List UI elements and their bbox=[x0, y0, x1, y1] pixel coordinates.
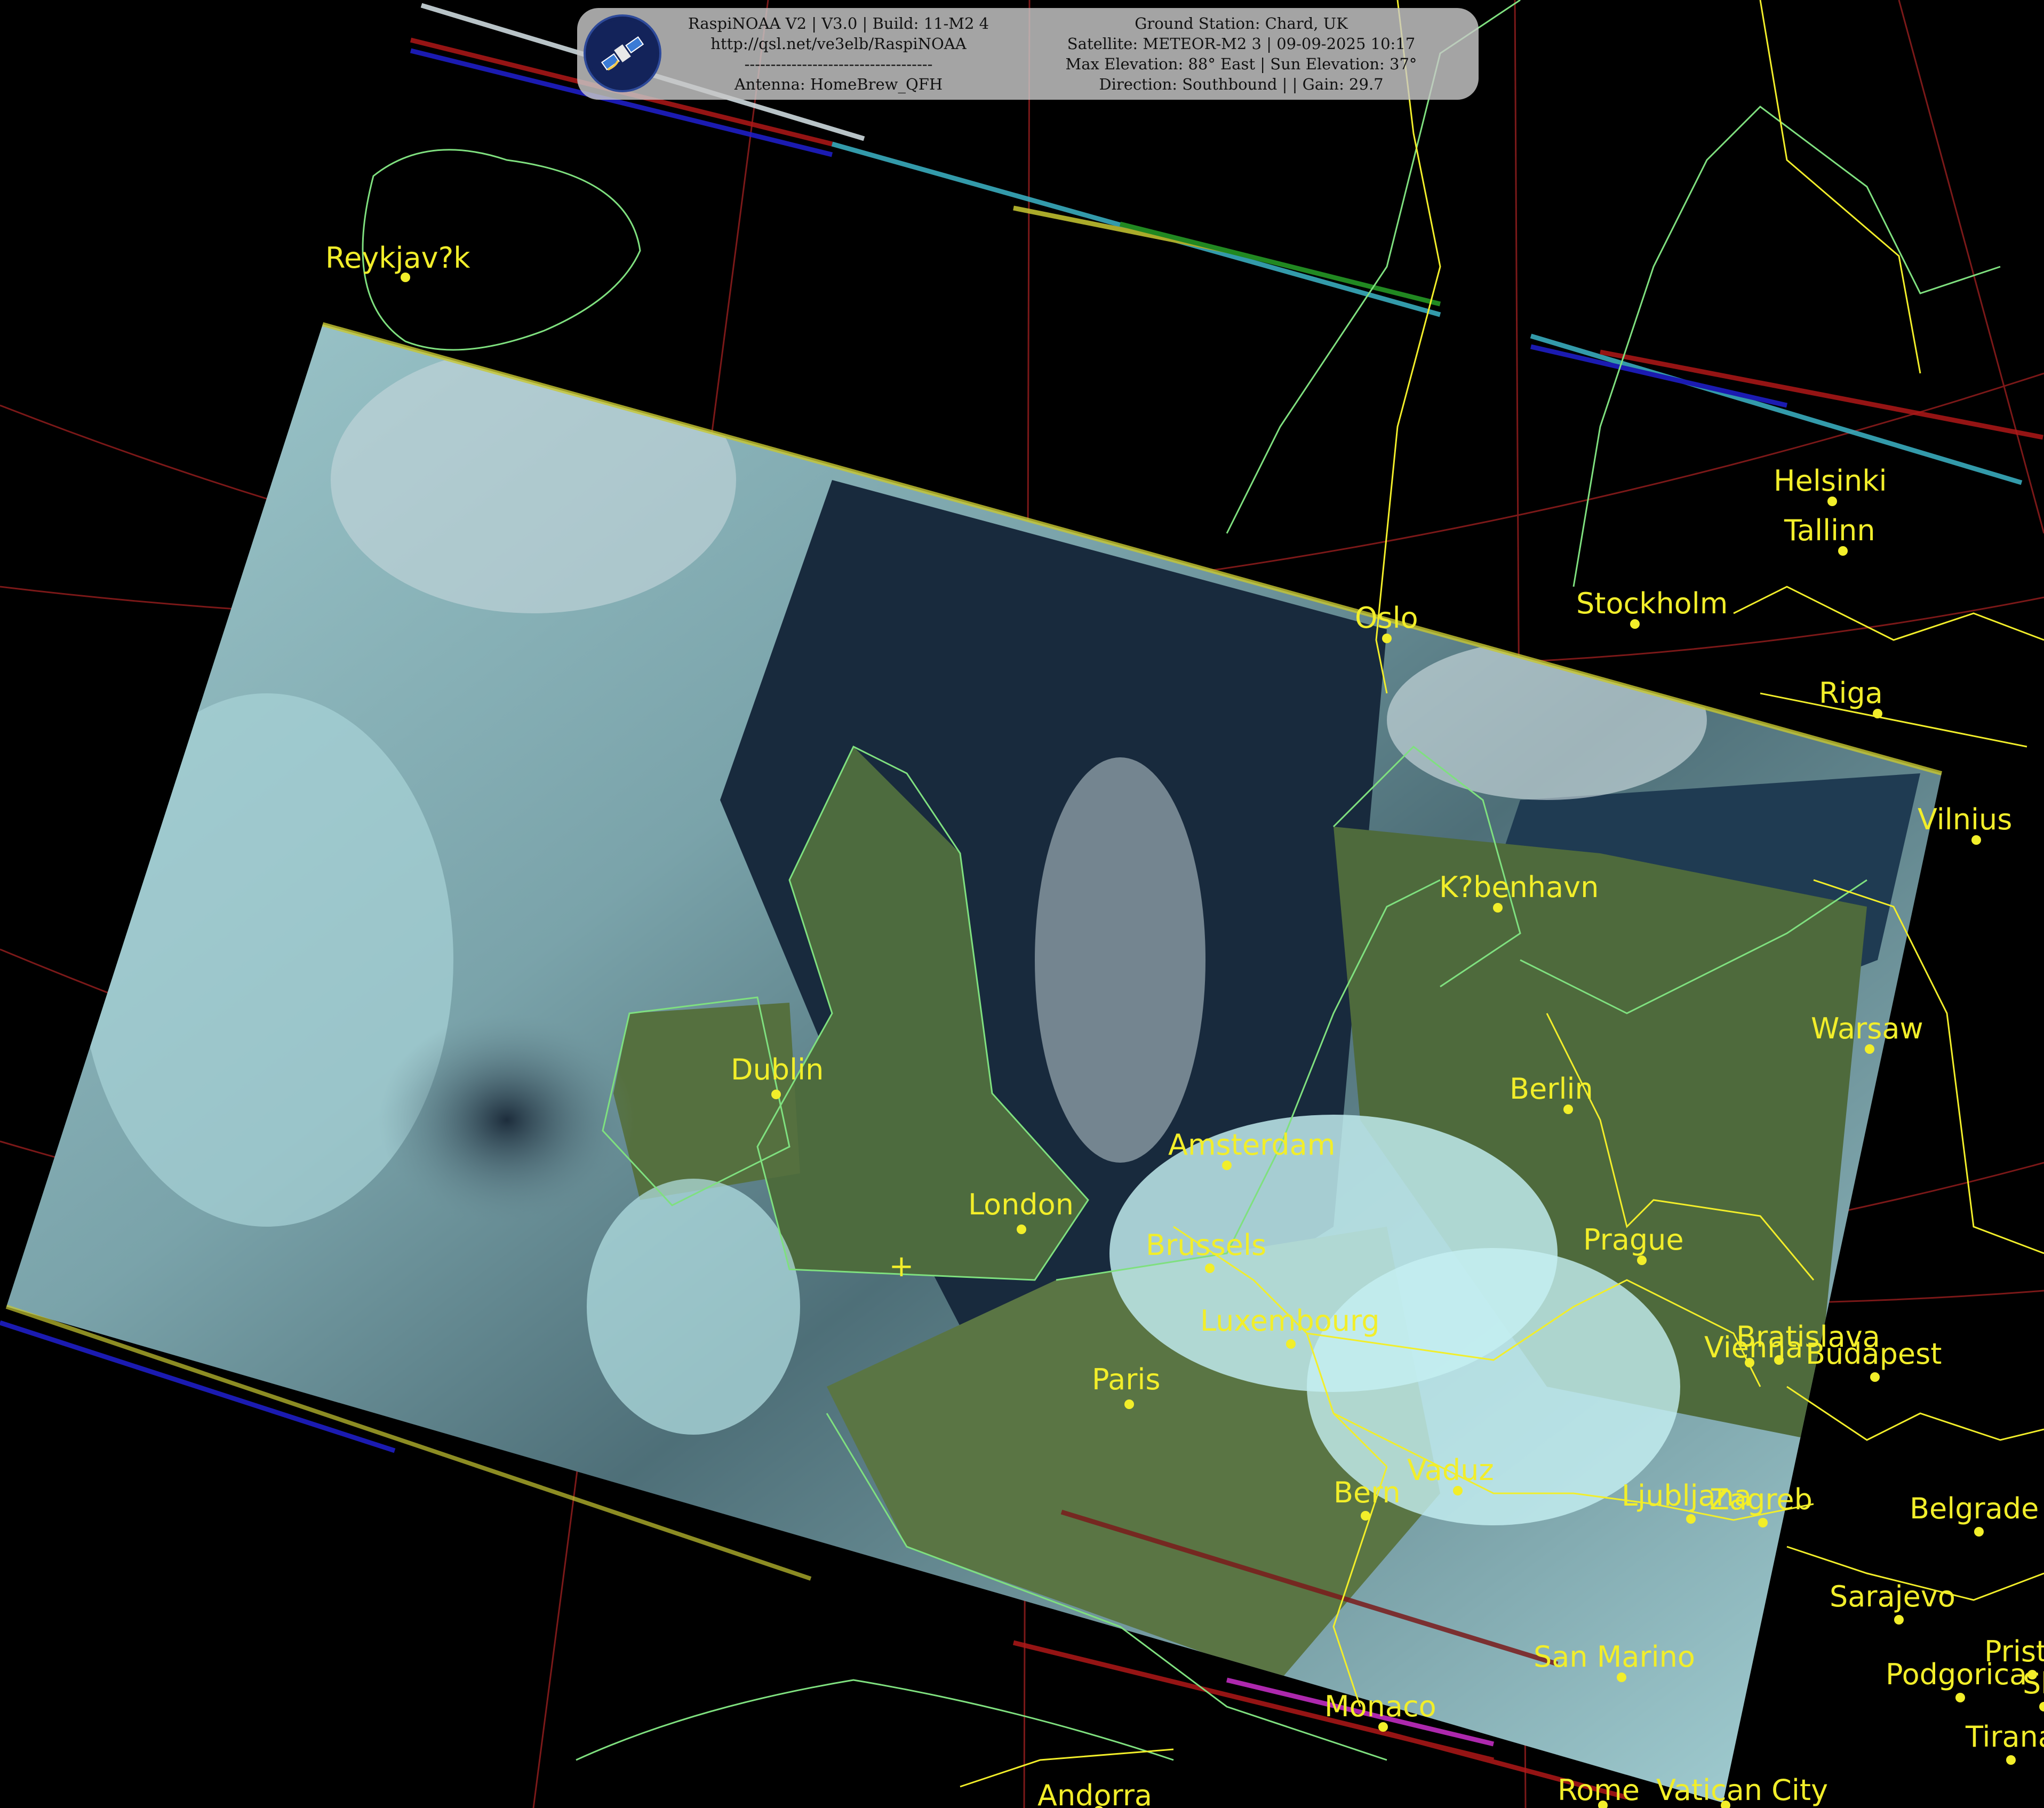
city-label: Reykjav?k bbox=[325, 241, 470, 275]
ground-station-marker: + bbox=[889, 1249, 914, 1284]
city-label: Zagreb bbox=[1710, 1483, 1813, 1516]
city-marker bbox=[1286, 1339, 1296, 1349]
city-label: Luxembourg bbox=[1200, 1304, 1380, 1338]
city-marker bbox=[1124, 1399, 1134, 1409]
city-marker bbox=[1563, 1105, 1573, 1114]
project-url: http://qsl.net/ve3elb/RaspiNOAA bbox=[710, 35, 967, 53]
map-canvas: + Reykjav?k Helsinki Tallinn Stockholm Oslo R… bbox=[0, 0, 2044, 1808]
city-label: Vaduz bbox=[1407, 1453, 1494, 1487]
city-label: Vilnius bbox=[1918, 803, 2012, 836]
city-label: Stockholm bbox=[1576, 587, 1728, 620]
direction-gain: Direction: Southbound | | Gain: 29.7 bbox=[1099, 75, 1384, 93]
city-marker bbox=[1382, 634, 1392, 643]
city-label: Budapest bbox=[1806, 1337, 1942, 1371]
city-marker bbox=[1637, 1255, 1647, 1265]
city-label: Oslo bbox=[1355, 601, 1418, 635]
city-marker bbox=[1838, 546, 1848, 556]
antenna-info: Antenna: HomeBrew_QFH bbox=[734, 75, 943, 93]
city-label: San Marino bbox=[1534, 1640, 1695, 1674]
city-label: Dublin bbox=[731, 1053, 824, 1086]
city-label: Berlin bbox=[1510, 1072, 1593, 1106]
pass-details: Ground Station: Chard, UK Satellite: MET… bbox=[1015, 13, 1468, 94]
city-marker bbox=[1955, 1693, 1965, 1702]
software-info: RaspiNOAA V2 | V3.0 | Build: 11-M2 4 htt… bbox=[673, 13, 1004, 94]
city-label: Podgorica bbox=[1886, 1658, 2027, 1691]
city-marker bbox=[1686, 1514, 1696, 1524]
city-label: Brussels bbox=[1146, 1228, 1266, 1262]
city-label: Paris bbox=[1092, 1363, 1161, 1396]
pass-info-banner: RaspiNOAA V2 | V3.0 | Build: 11-M2 4 htt… bbox=[577, 8, 1479, 100]
city-label: Prague bbox=[1583, 1223, 1684, 1257]
city-marker bbox=[1865, 1044, 1874, 1054]
satellite-pass: Satellite: METEOR-M2 3 | 09-09-2025 10:1… bbox=[1067, 35, 1416, 53]
ground-station: Ground Station: Chard, UK bbox=[1135, 14, 1348, 33]
city-label: Rome bbox=[1558, 1773, 1640, 1807]
city-marker bbox=[1017, 1225, 1026, 1234]
elevation-info: Max Elevation: 88° East | Sun Elevation:… bbox=[1065, 55, 1417, 73]
city-label: Andorra bbox=[1037, 1779, 1152, 1808]
city-marker bbox=[1493, 903, 1503, 913]
city-marker bbox=[2039, 1702, 2044, 1711]
city-marker bbox=[1894, 1615, 1904, 1625]
city-label: Helsinki bbox=[1774, 464, 1887, 498]
city-marker bbox=[1453, 1486, 1463, 1495]
software-version: RaspiNOAA V2 | V3.0 | Build: 11-M2 4 bbox=[688, 14, 989, 33]
city-label: London bbox=[968, 1188, 1074, 1221]
city-marker bbox=[1870, 1372, 1880, 1382]
city-marker bbox=[1378, 1722, 1388, 1732]
city-label: Sarajevo bbox=[1830, 1580, 1955, 1613]
city-marker bbox=[2006, 1755, 2016, 1765]
city-label: Skopje bbox=[2023, 1667, 2044, 1700]
city-marker bbox=[1827, 497, 1837, 506]
city-label: Belgrade bbox=[1910, 1492, 2039, 1525]
city-marker bbox=[1222, 1161, 1232, 1170]
city-marker bbox=[1361, 1511, 1370, 1521]
city-marker bbox=[1758, 1518, 1768, 1527]
city-marker bbox=[1974, 1527, 1984, 1537]
city-label: Amsterdam bbox=[1168, 1128, 1335, 1162]
separator: ------------------------------------ bbox=[744, 55, 933, 73]
city-label: Warsaw bbox=[1811, 1012, 1923, 1045]
city-label: Tirana bbox=[1965, 1720, 2044, 1754]
city-marker bbox=[1630, 619, 1640, 629]
satellite-icon bbox=[584, 14, 661, 92]
city-marker bbox=[1205, 1263, 1215, 1273]
city-marker bbox=[771, 1090, 781, 1099]
city-marker bbox=[1617, 1673, 1626, 1682]
city-label: Riga bbox=[1819, 676, 1883, 710]
city-label: Tallinn bbox=[1784, 514, 1875, 547]
city-label: K?benhavn bbox=[1439, 870, 1599, 904]
city-marker bbox=[1873, 709, 1882, 718]
city-label: Vatican City bbox=[1656, 1773, 1828, 1807]
satellite-swath bbox=[5, 322, 1943, 1803]
city-label: Bern bbox=[1334, 1476, 1401, 1509]
city-label: Monaco bbox=[1324, 1690, 1436, 1723]
city-marker bbox=[1971, 835, 1981, 845]
city-marker bbox=[1774, 1355, 1784, 1365]
